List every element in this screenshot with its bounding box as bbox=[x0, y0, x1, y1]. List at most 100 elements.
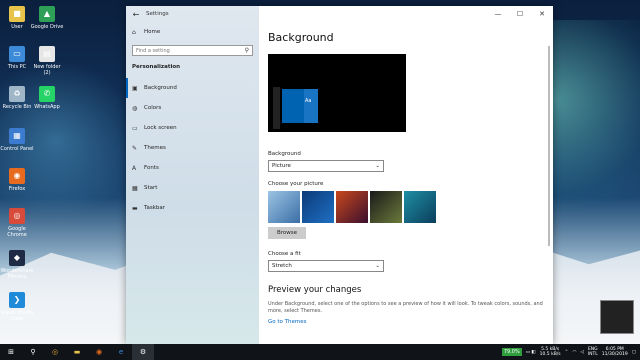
sidebar-item-label: Colors bbox=[144, 105, 162, 111]
desktop-icon[interactable]: ◆ Wondershare Filmora bbox=[0, 250, 34, 280]
sidebar-item-start[interactable]: ▦ Start bbox=[126, 178, 259, 198]
desktop-icon[interactable]: ◉ Firefox bbox=[0, 168, 34, 192]
chrome-icon[interactable]: ◎ bbox=[44, 344, 66, 360]
background-dropdown[interactable]: Picture ⌄ bbox=[268, 160, 384, 172]
choose-picture-label: Choose your picture bbox=[268, 181, 324, 187]
sidebar-item-fonts[interactable]: A Fonts bbox=[126, 158, 259, 178]
document-icon: ▤ bbox=[39, 46, 55, 62]
fonts-icon: A bbox=[132, 164, 137, 172]
picture-icon: ▣ bbox=[132, 84, 138, 92]
desktop-icon-label: Wondershare Filmora bbox=[0, 268, 34, 280]
preview-tiles-2 bbox=[304, 89, 318, 123]
sidebar-item-label: Lock screen bbox=[144, 125, 177, 131]
desktop-icon-label: Visual Studio Code bbox=[0, 310, 34, 322]
firefox-icon[interactable]: ◉ bbox=[88, 344, 110, 360]
sidebar-item-colors[interactable]: ◍ Colors bbox=[126, 98, 259, 118]
start-icon: ▦ bbox=[132, 184, 138, 192]
wifi-icon[interactable]: ◠ bbox=[572, 350, 576, 355]
desktop-icon[interactable]: ✆ WhatsApp bbox=[30, 86, 64, 110]
settings-sidebar: ⌂ Home ⚲ Personalization ▣ Background ◍ Col… bbox=[126, 6, 259, 344]
recycle-bin-icon: ♻ bbox=[9, 86, 25, 102]
notification-icon[interactable]: ▢ bbox=[632, 350, 636, 355]
desktop-icon-label: Google Chrome bbox=[7, 226, 27, 238]
desktop-icon-label: Recycle Bin bbox=[2, 104, 32, 110]
vscode-icon: ❯ bbox=[9, 292, 25, 308]
search-icon[interactable]: ⚲ bbox=[245, 47, 249, 54]
sidebar-item-themes[interactable]: ✎ Themes bbox=[126, 138, 259, 158]
desktop-icon-label: Google Drive bbox=[30, 24, 64, 30]
desktop-icon[interactable]: ♻ Recycle Bin bbox=[0, 86, 34, 110]
picture-thumbnails bbox=[268, 191, 538, 223]
firefox-icon: ◉ bbox=[9, 168, 25, 184]
user-folder-icon: ■ bbox=[9, 6, 25, 22]
sidebar-item-taskbar[interactable]: ▬ Taskbar bbox=[126, 198, 259, 218]
start-button[interactable]: ⊞ bbox=[0, 344, 22, 360]
back-icon[interactable]: ← bbox=[126, 10, 146, 19]
battery-indicator[interactable]: 79.0% bbox=[501, 348, 522, 356]
picture-thumbnail[interactable] bbox=[336, 191, 368, 223]
desktop-icon[interactable]: ▦ Control Panel bbox=[0, 128, 34, 152]
background-preview: Aa bbox=[268, 54, 406, 132]
whatsapp-icon: ✆ bbox=[39, 86, 55, 102]
titlebar: ← Settings — ☐ ✕ bbox=[126, 6, 553, 22]
search-icon[interactable]: ⚲ bbox=[22, 344, 44, 360]
sidebar-item-label: Background bbox=[144, 85, 177, 91]
filmora-icon: ◆ bbox=[9, 250, 25, 266]
main-content: Background Aa Background Picture ⌄ Choos… bbox=[268, 22, 543, 325]
picture-thumbnail[interactable] bbox=[302, 191, 334, 223]
desktop-icon[interactable]: ▤ New folder (2) bbox=[30, 46, 64, 76]
net-down: 10.5 kB/s bbox=[539, 352, 561, 357]
volume-icon[interactable]: ◁ bbox=[580, 350, 583, 355]
close-button[interactable]: ✕ bbox=[531, 6, 553, 22]
go-to-themes-link[interactable]: Go to Themes bbox=[268, 319, 538, 325]
language-indicator[interactable]: ENG INTL bbox=[588, 347, 598, 357]
sidebar-home[interactable]: ⌂ Home bbox=[126, 22, 259, 42]
fit-value: Stretch bbox=[272, 263, 292, 269]
desktop-icon-label: WhatsApp bbox=[34, 104, 60, 110]
tray-icons[interactable]: ▭ ◧ bbox=[526, 350, 536, 355]
sidebar-item-label: Taskbar bbox=[144, 205, 165, 211]
desktop-icon[interactable]: ❯ Visual Studio Code bbox=[0, 292, 34, 322]
chevron-down-icon: ⌄ bbox=[375, 163, 380, 169]
desktop-icon[interactable]: ▲ Google Drive bbox=[30, 6, 64, 30]
search-input[interactable] bbox=[136, 47, 236, 54]
desktop-icon[interactable]: ▭ This PC bbox=[0, 46, 34, 70]
maximize-button[interactable]: ☐ bbox=[509, 6, 531, 22]
settings-gear-icon[interactable]: ⚙ bbox=[132, 344, 154, 360]
background-value: Picture bbox=[272, 163, 291, 169]
sidebar-item-background[interactable]: ▣ Background bbox=[126, 78, 259, 98]
network-speed: 5.5 kB/s 10.5 kB/s bbox=[540, 347, 561, 357]
google-drive-icon: ▲ bbox=[39, 6, 55, 22]
lock-screen-icon: ▭ bbox=[132, 124, 138, 132]
picture-thumbnail[interactable] bbox=[404, 191, 436, 223]
preview-start-menu bbox=[273, 87, 280, 129]
desktop-icon-label: User bbox=[11, 24, 23, 30]
sidebar-item-label: Fonts bbox=[144, 165, 159, 171]
browse-button[interactable]: Browse bbox=[268, 227, 306, 239]
minimize-button[interactable]: — bbox=[487, 6, 509, 22]
desktop-icon[interactable]: ■ User bbox=[0, 6, 34, 30]
system-tray: 79.0% ▭ ◧ 5.5 kB/s 10.5 kB/s ⌃ ◠ ◁ ENG I… bbox=[501, 344, 640, 360]
search-box[interactable]: ⚲ bbox=[132, 45, 253, 56]
minimized-preview[interactable] bbox=[600, 300, 634, 334]
palette-icon: ◍ bbox=[132, 104, 138, 112]
preview-changes-description: Under Background, select one of the opti… bbox=[268, 301, 543, 314]
picture-thumbnail[interactable] bbox=[268, 191, 300, 223]
chevron-up-icon[interactable]: ⌃ bbox=[565, 350, 569, 355]
sidebar-item-label: Start bbox=[144, 185, 158, 191]
chrome-icon: ◎ bbox=[9, 208, 25, 224]
edge-icon[interactable]: e bbox=[110, 344, 132, 360]
desktop-icon-label: Firefox bbox=[8, 186, 26, 192]
lang-bottom: INTL bbox=[587, 352, 598, 357]
picture-thumbnail[interactable] bbox=[370, 191, 402, 223]
file-explorer-icon[interactable]: ▬ bbox=[66, 344, 88, 360]
taskbar-icon: ▬ bbox=[132, 204, 138, 212]
sidebar-item-lock-screen[interactable]: ▭ Lock screen bbox=[126, 118, 259, 138]
fit-dropdown[interactable]: Stretch ⌄ bbox=[268, 260, 384, 272]
desktop-icon[interactable]: ◎ Google Chrome bbox=[0, 208, 34, 238]
scrollbar[interactable] bbox=[548, 46, 550, 246]
desktop-icon-label: New folder (2) bbox=[33, 64, 61, 76]
brush-icon: ✎ bbox=[132, 144, 138, 152]
desktop-icon-label: Control Panel bbox=[0, 146, 34, 152]
clock[interactable]: 6:05 PM 11/30/2019 bbox=[602, 347, 628, 357]
